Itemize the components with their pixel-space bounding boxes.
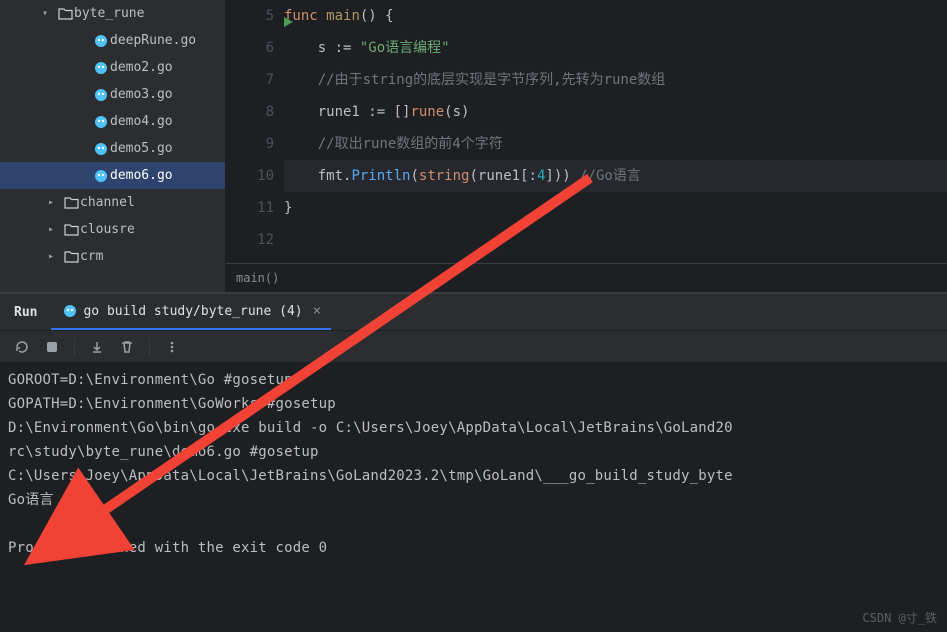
sidebar-folder[interactable]: ▾ byte_rune [0, 0, 225, 27]
chevron-right-icon: ▸ [48, 224, 62, 235]
scroll-icon[interactable] [85, 335, 109, 359]
run-toolbar [0, 330, 947, 362]
code-line[interactable]: rune1 := []rune(s) [284, 96, 947, 128]
code-line[interactable]: func main() { [284, 0, 947, 32]
delete-icon[interactable] [115, 335, 139, 359]
line-number: 9 [226, 128, 274, 160]
stop-icon[interactable] [40, 335, 64, 359]
run-panel-title: Run [0, 294, 51, 330]
watermark: CSDN @寸_铁 [862, 609, 937, 626]
gopher-icon [92, 88, 110, 102]
more-icon[interactable] [160, 335, 184, 359]
sidebar-item-label: crm [80, 249, 103, 264]
sidebar-item-label: byte_rune [74, 6, 144, 21]
gopher-icon [92, 169, 110, 183]
line-number: 5 [226, 0, 274, 32]
gopher-icon [92, 142, 110, 156]
sidebar-folder[interactable]: ▸ crm [0, 243, 225, 270]
sidebar-item-label: deepRune.go [110, 33, 196, 48]
line-number: 12 [226, 224, 274, 256]
run-tab-label: go build study/byte_rune (4) [83, 304, 302, 319]
line-number: 6 [226, 32, 274, 64]
sidebar-file[interactable]: demo5.go [0, 135, 225, 162]
code-line[interactable]: //取出rune数组的前4个字符 [284, 128, 947, 160]
code-body[interactable]: func main() { s := "Go语言编程" //由于string的底… [284, 0, 947, 263]
sidebar-folder[interactable]: ▸ clousre [0, 216, 225, 243]
gutter: 56789101112 [226, 0, 284, 263]
separator [74, 338, 75, 356]
code-editor[interactable]: 56789101112 func main() { s := "Go语言编程" … [226, 0, 947, 292]
project-sidebar[interactable]: ▾ byte_rune deepRune.go demo2.go demo3.go dem… [0, 0, 226, 292]
folder-icon [62, 196, 80, 209]
gopher-icon [92, 34, 110, 48]
close-icon[interactable]: × [309, 303, 321, 319]
gopher-icon [92, 115, 110, 129]
folder-icon [56, 7, 74, 20]
run-tab[interactable]: go build study/byte_rune (4) × [51, 294, 331, 330]
code-line[interactable]: s := "Go语言编程" [284, 32, 947, 64]
sidebar-item-label: clousre [80, 222, 135, 237]
sidebar-file[interactable]: demo4.go [0, 108, 225, 135]
sidebar-item-label: channel [80, 195, 135, 210]
sidebar-item-label: demo2.go [110, 60, 173, 75]
run-gutter-icon[interactable] [282, 8, 294, 40]
line-number: 11 [226, 192, 274, 224]
code-line[interactable] [284, 224, 947, 256]
chevron-right-icon: ▸ [48, 251, 62, 262]
chevron-down-icon: ▾ [42, 8, 56, 19]
line-number: 8 [226, 96, 274, 128]
console-output[interactable]: GOROOT=D:\Environment\Go #gosetup GOPATH… [0, 362, 947, 632]
sidebar-item-label: demo6.go [110, 168, 173, 183]
sidebar-folder[interactable]: ▸ channel [0, 189, 225, 216]
folder-icon [62, 223, 80, 236]
chevron-right-icon: ▸ [48, 197, 62, 208]
run-tabs: Run go build study/byte_rune (4) × [0, 294, 947, 330]
sidebar-file[interactable]: demo3.go [0, 81, 225, 108]
rerun-icon[interactable] [10, 335, 34, 359]
code-line[interactable]: //由于string的底层实现是字节序列,先转为rune数组 [284, 64, 947, 96]
sidebar-file[interactable]: deepRune.go [0, 27, 225, 54]
sidebar-file[interactable]: demo6.go [0, 162, 225, 189]
gopher-icon [92, 61, 110, 75]
run-panel: Run go build study/byte_rune (4) × GOROO… [0, 292, 947, 632]
line-number: 10 [226, 160, 274, 192]
sidebar-item-label: demo4.go [110, 114, 173, 129]
code-line[interactable]: fmt.Println(string(rune1[:4])) //Go语言 [284, 160, 947, 192]
sidebar-item-label: demo5.go [110, 141, 173, 156]
code-line[interactable]: } [284, 192, 947, 224]
separator [149, 338, 150, 356]
folder-icon [62, 250, 80, 263]
sidebar-item-label: demo3.go [110, 87, 173, 102]
breadcrumb[interactable]: main() [226, 263, 947, 292]
gopher-icon [63, 304, 77, 318]
sidebar-file[interactable]: demo2.go [0, 54, 225, 81]
line-number: 7 [226, 64, 274, 96]
